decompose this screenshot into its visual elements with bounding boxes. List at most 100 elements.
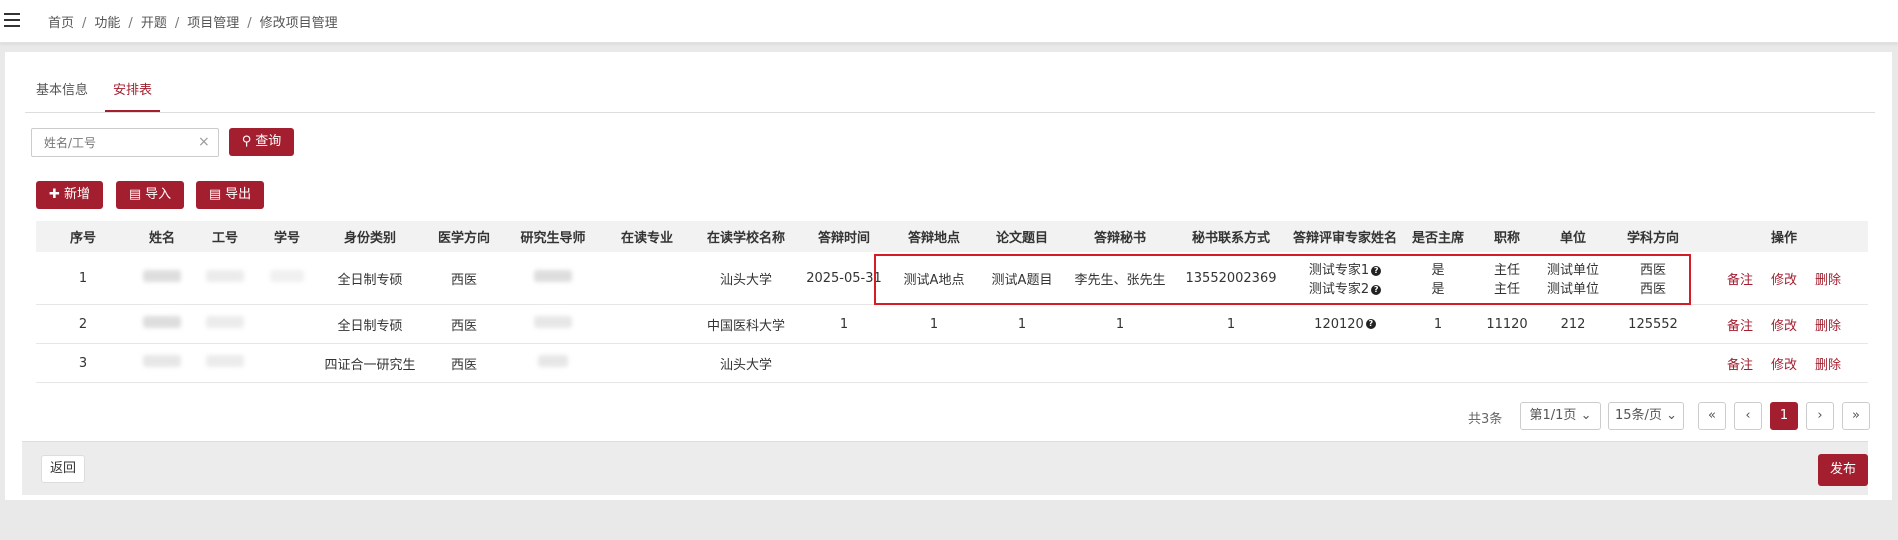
col-header: 研究生导师	[506, 221, 600, 252]
delete-link[interactable]: 删除	[1815, 319, 1841, 334]
import-button[interactable]: ▤ 导入	[116, 181, 184, 209]
current-page-button[interactable]: 1	[1770, 402, 1798, 430]
hamburger-menu-icon[interactable]	[4, 13, 20, 27]
file-import-icon: ▤	[128, 187, 142, 202]
cell-title: 主任 主任	[1474, 252, 1540, 305]
cell-chair	[1402, 343, 1474, 383]
next-page-button[interactable]: ›	[1806, 402, 1834, 430]
table-header-row: 序号 姓名 工号 学号 身份类别 医学方向 研究生导师 在读专业 在读学校名称 …	[36, 221, 1868, 252]
note-link[interactable]: 备注	[1727, 358, 1753, 373]
col-header: 答辩秘书	[1066, 221, 1174, 252]
cell-title	[1474, 343, 1540, 383]
question-circle-icon[interactable]: ?	[1365, 319, 1376, 329]
cell-subject: 西医 西医	[1606, 252, 1700, 305]
tab-basic-info[interactable]: 基本信息	[36, 72, 88, 110]
cell-unit: 测试单位 测试单位	[1540, 252, 1606, 305]
cell-experts: 测试专家1? 测试专家2?	[1288, 252, 1402, 305]
edit-link[interactable]: 修改	[1771, 319, 1797, 334]
cell-time: 1	[798, 304, 890, 344]
cell-student-id	[256, 343, 318, 383]
breadcrumb-home[interactable]: 首页	[48, 16, 74, 31]
plus-icon: ✚	[49, 187, 60, 202]
cell-advisor-redacted	[506, 252, 600, 305]
col-header: 在读专业	[600, 221, 694, 252]
col-header: 职称	[1474, 221, 1540, 252]
cell-staff-id-redacted	[194, 343, 256, 383]
breadcrumb-project-management[interactable]: 项目管理	[187, 16, 239, 31]
cell-name-redacted	[130, 304, 194, 344]
col-header: 姓名	[130, 221, 194, 252]
cell-topic	[978, 343, 1066, 383]
cell-ops: 备注 修改 删除	[1700, 304, 1868, 344]
cell-student-id-redacted	[256, 252, 318, 305]
cell-identity: 全日制专硕	[318, 252, 422, 305]
col-header: 秘书联系方式	[1174, 221, 1288, 252]
cell-student-id	[256, 304, 318, 344]
cell-topic: 1	[978, 304, 1066, 344]
delete-link[interactable]: 删除	[1815, 273, 1841, 288]
edit-link[interactable]: 修改	[1771, 273, 1797, 288]
chevron-down-icon: ⌄	[1580, 408, 1592, 423]
col-header: 答辩评审专家姓名	[1288, 221, 1402, 252]
col-header: 答辩地点	[890, 221, 978, 252]
search-icon: ⚲	[241, 134, 252, 149]
last-page-button[interactable]: »	[1842, 402, 1870, 430]
cell-school: 汕头大学	[694, 252, 798, 305]
cell-subject: 125552	[1606, 304, 1700, 344]
cell-phone: 1	[1174, 304, 1288, 344]
query-button[interactable]: ⚲ 查询	[229, 128, 294, 156]
cell-school: 中国医科大学	[694, 304, 798, 344]
search-input[interactable]	[31, 128, 219, 157]
page-select[interactable]: 第1/1页 ⌄	[1520, 402, 1601, 430]
cell-identity: 全日制专硕	[318, 304, 422, 344]
cell-subject	[1606, 343, 1700, 383]
col-header: 在读学校名称	[694, 221, 798, 252]
cell-time: 2025-05-31	[798, 252, 890, 305]
question-circle-icon[interactable]: ?	[1371, 265, 1382, 276]
back-button[interactable]: 返回	[41, 455, 85, 483]
tab-schedule[interactable]: 安排表	[105, 72, 160, 112]
export-button[interactable]: ▤ 导出	[196, 181, 264, 209]
delete-link[interactable]: 删除	[1815, 358, 1841, 373]
breadcrumb-proposal[interactable]: 开题	[141, 16, 167, 31]
note-link[interactable]: 备注	[1727, 273, 1753, 288]
cell-ops: 备注 修改 删除	[1700, 343, 1868, 383]
breadcrumb: 首页 / 功能 / 开题 / 项目管理 / 修改项目管理	[48, 16, 338, 31]
first-page-button[interactable]: «	[1698, 402, 1726, 430]
file-export-icon: ▤	[208, 187, 222, 202]
col-header: 论文题目	[978, 221, 1066, 252]
breadcrumb-function[interactable]: 功能	[94, 16, 120, 31]
cell-title: 11120	[1474, 304, 1540, 344]
cell-staff-id-redacted	[194, 252, 256, 305]
table-row: 1 全日制专硕 西医 汕头大学 2025-05-31 测试A地点 测试A题目 李…	[36, 252, 1868, 305]
cell-ops: 备注 修改 删除	[1700, 252, 1868, 305]
col-header: 学号	[256, 221, 318, 252]
chevron-down-icon: ⌄	[1666, 408, 1677, 423]
cell-topic: 测试A题目	[978, 252, 1066, 305]
col-header: 学科方向	[1606, 221, 1700, 252]
cell-staff-id-redacted	[194, 304, 256, 344]
cell-name-redacted	[130, 343, 194, 383]
add-button[interactable]: ✚ 新增	[36, 181, 103, 209]
note-link[interactable]: 备注	[1727, 319, 1753, 334]
breadcrumb-current: 修改项目管理	[259, 16, 338, 31]
cell-unit	[1540, 343, 1606, 383]
expert-name: 测试专家1	[1308, 263, 1370, 278]
cell-name-redacted	[130, 252, 194, 305]
cell-time	[798, 343, 890, 383]
cell-chair: 是是	[1402, 252, 1474, 305]
cell-advisor-redacted	[506, 343, 600, 383]
schedule-table: 序号 姓名 工号 学号 身份类别 医学方向 研究生导师 在读专业 在读学校名称 …	[36, 221, 1868, 383]
col-header: 单位	[1540, 221, 1606, 252]
clear-icon[interactable]: ×	[198, 134, 210, 150]
col-header: 序号	[36, 221, 130, 252]
publish-button[interactable]: 发布	[1818, 454, 1868, 486]
col-header: 工号	[194, 221, 256, 252]
col-header: 操作	[1700, 221, 1868, 252]
question-circle-icon[interactable]: ?	[1371, 284, 1382, 295]
prev-page-button[interactable]: ‹	[1734, 402, 1762, 430]
cell-identity: 四证合一研究生	[318, 343, 422, 383]
page-size-select[interactable]: 15条/页 ⌄	[1608, 402, 1684, 430]
edit-link[interactable]: 修改	[1771, 358, 1797, 373]
cell-phone: 13552002369	[1174, 252, 1288, 305]
